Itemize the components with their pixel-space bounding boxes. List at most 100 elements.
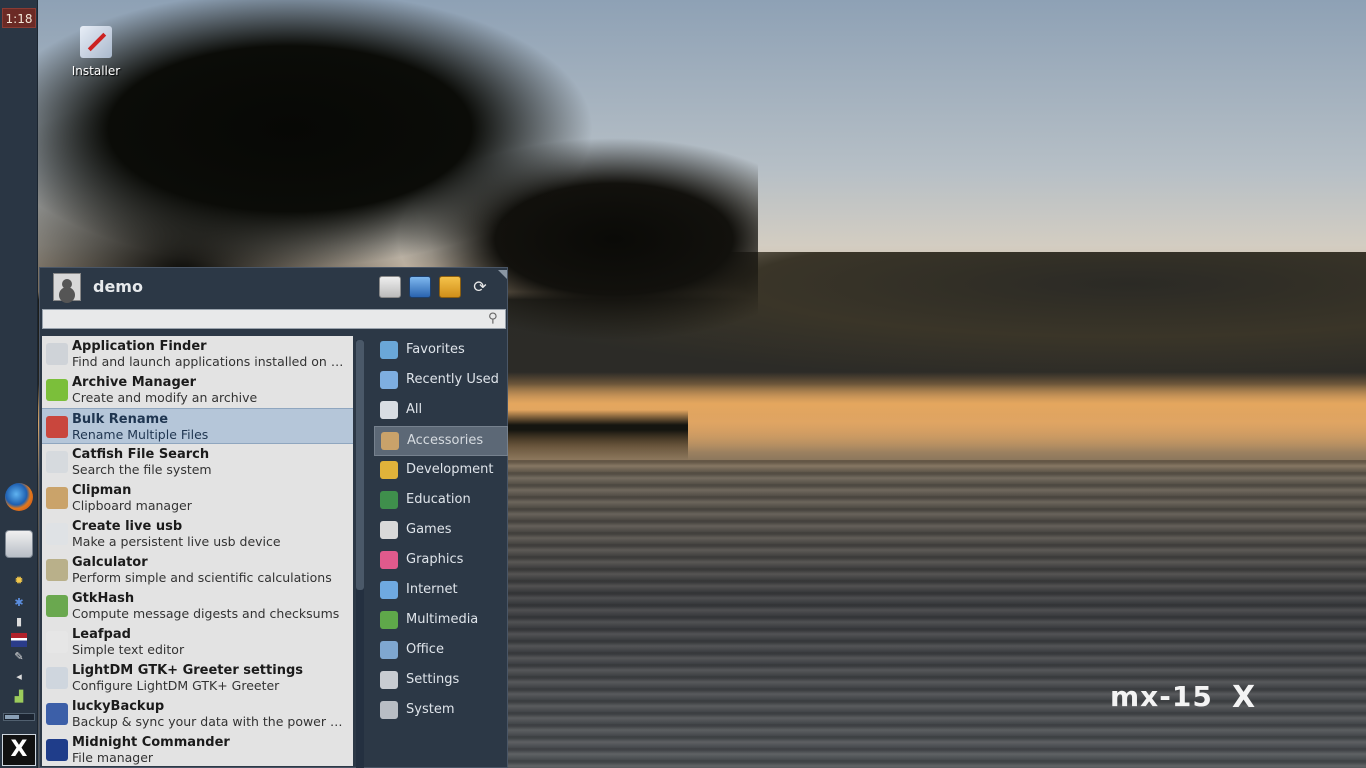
internet-icon	[380, 581, 398, 599]
category-label: Settings	[406, 672, 460, 687]
category-all[interactable]: All	[374, 396, 508, 426]
category-favorites[interactable]: Favorites	[374, 336, 508, 366]
app-list-item[interactable]: GtkHash Compute message digests and check…	[42, 588, 353, 624]
category-label: Accessories	[407, 433, 484, 448]
network-icon[interactable]: ▟	[11, 690, 27, 704]
app-name: Bulk Rename	[72, 412, 169, 427]
app-name: luckyBackup	[72, 699, 165, 714]
multimedia-icon	[380, 611, 398, 629]
app-list-item[interactable]: Midnight Commander File manager	[42, 732, 353, 766]
app-list-item[interactable]: Bulk Rename Rename Multiple Files	[42, 408, 353, 444]
workspace-switcher[interactable]	[3, 713, 35, 721]
logout-icon[interactable]: ⟳	[469, 276, 491, 298]
firefox-icon[interactable]	[5, 483, 33, 511]
app-name: LightDM GTK+ Greeter settings	[72, 663, 303, 678]
category-accessories[interactable]: Accessories	[374, 426, 508, 456]
archive-icon	[46, 379, 68, 401]
category-multimedia[interactable]: Multimedia	[374, 606, 508, 636]
category-list: Favorites Recently Used All Accessories Deve…	[374, 336, 508, 766]
volume-icon[interactable]: ◂	[11, 670, 27, 684]
category-system[interactable]: System	[374, 696, 508, 726]
app-description: Find and launch applications installed o…	[72, 354, 348, 369]
app-list-item[interactable]: Create live usb Make a persistent live us…	[42, 516, 353, 552]
app-list-item[interactable]: Leafpad Simple text editor	[42, 624, 353, 660]
category-label: All	[406, 402, 423, 417]
app-name: Create live usb	[72, 519, 183, 534]
app-description: Backup & sync your data with the power o…	[72, 714, 348, 729]
app-list-item[interactable]: luckyBackup Backup & sync your data with …	[42, 696, 353, 732]
wallpaper-dock	[508, 410, 688, 460]
file-manager-icon[interactable]	[5, 530, 33, 558]
app-description: Simple text editor	[72, 642, 185, 657]
app-description: Rename Multiple Files	[72, 427, 209, 442]
installer-icon	[80, 26, 112, 58]
app-name: Galculator	[72, 555, 148, 570]
application-list: Application Finder Find and launch applic…	[42, 336, 353, 766]
favorites-icon	[380, 341, 398, 359]
app-name: Application Finder	[72, 339, 207, 354]
category-recently-used[interactable]: Recently Used	[374, 366, 508, 396]
category-label: Multimedia	[406, 612, 479, 627]
category-graphics[interactable]: Graphics	[374, 546, 508, 576]
app-name: Clipman	[72, 483, 132, 498]
lock-screen-button[interactable]	[409, 276, 431, 298]
education-icon	[380, 491, 398, 509]
category-development[interactable]: Development	[374, 456, 508, 486]
category-games[interactable]: Games	[374, 516, 508, 546]
settings-icon	[380, 671, 398, 689]
panel-clock[interactable]: 1:18	[2, 8, 36, 28]
category-office[interactable]: Office	[374, 636, 508, 666]
all-apps-icon	[380, 401, 398, 419]
system-icon	[380, 701, 398, 719]
app-list-item[interactable]: LightDM GTK+ Greeter settings Configure L…	[42, 660, 353, 696]
installer-desktop-icon[interactable]: Installer	[66, 26, 126, 78]
switch-user-button[interactable]	[439, 276, 461, 298]
app-description: Clipboard manager	[72, 498, 192, 513]
games-icon	[380, 521, 398, 539]
development-icon	[380, 461, 398, 479]
bulk-rename-icon	[46, 416, 68, 438]
gtkhash-icon	[46, 595, 68, 617]
resize-handle[interactable]	[498, 270, 507, 279]
category-label: Office	[406, 642, 444, 657]
app-name: Archive Manager	[72, 375, 196, 390]
bluetooth-icon[interactable]: ✱	[11, 596, 27, 610]
settings-manager-button[interactable]	[379, 276, 401, 298]
app-name: GtkHash	[72, 591, 135, 606]
text-editor-icon	[46, 631, 68, 653]
pen-icon[interactable]: ✎	[11, 650, 27, 664]
usb-icon	[46, 523, 68, 545]
app-list-item[interactable]: Galculator Perform simple and scientific …	[42, 552, 353, 588]
search-input[interactable]	[42, 309, 506, 329]
app-list-item[interactable]: Application Finder Find and launch applic…	[42, 336, 353, 372]
user-avatar	[53, 273, 81, 301]
backup-icon	[46, 703, 68, 725]
app-description: Make a persistent live usb device	[72, 534, 281, 549]
menu-header: demo ⟳	[40, 268, 509, 308]
scrollbar-thumb[interactable]	[356, 340, 364, 590]
whisker-menu: demo ⟳ ⚲ Application Finder Find and laun…	[39, 267, 508, 768]
greeter-settings-icon	[46, 667, 68, 689]
username-label: demo	[93, 277, 143, 296]
app-description: File manager	[72, 750, 154, 765]
office-icon	[380, 641, 398, 659]
category-internet[interactable]: Internet	[374, 576, 508, 606]
category-settings[interactable]: Settings	[374, 666, 508, 696]
app-list-scrollbar[interactable]	[356, 340, 364, 768]
app-list-item[interactable]: Clipman Clipboard manager	[42, 480, 353, 516]
category-label: Internet	[406, 582, 458, 597]
app-list-item[interactable]: Archive Manager Create and modify an arch…	[42, 372, 353, 408]
clipboard-tray-icon[interactable]: ▮	[11, 615, 27, 629]
app-list-item[interactable]: Catfish File Search Search the file syste…	[42, 444, 353, 480]
accessories-icon	[381, 432, 399, 450]
mx-logo-text: mx-15	[1110, 680, 1213, 713]
category-label: Games	[406, 522, 452, 537]
category-education[interactable]: Education	[374, 486, 508, 516]
catfish-search-icon	[46, 451, 68, 473]
app-name: Leafpad	[72, 627, 131, 642]
updates-icon[interactable]: ✹	[11, 574, 27, 588]
keyboard-layout-flag-icon[interactable]	[11, 633, 27, 647]
category-label: Graphics	[406, 552, 464, 567]
app-description: Search the file system	[72, 462, 212, 477]
start-menu-button[interactable]: X	[2, 734, 36, 766]
